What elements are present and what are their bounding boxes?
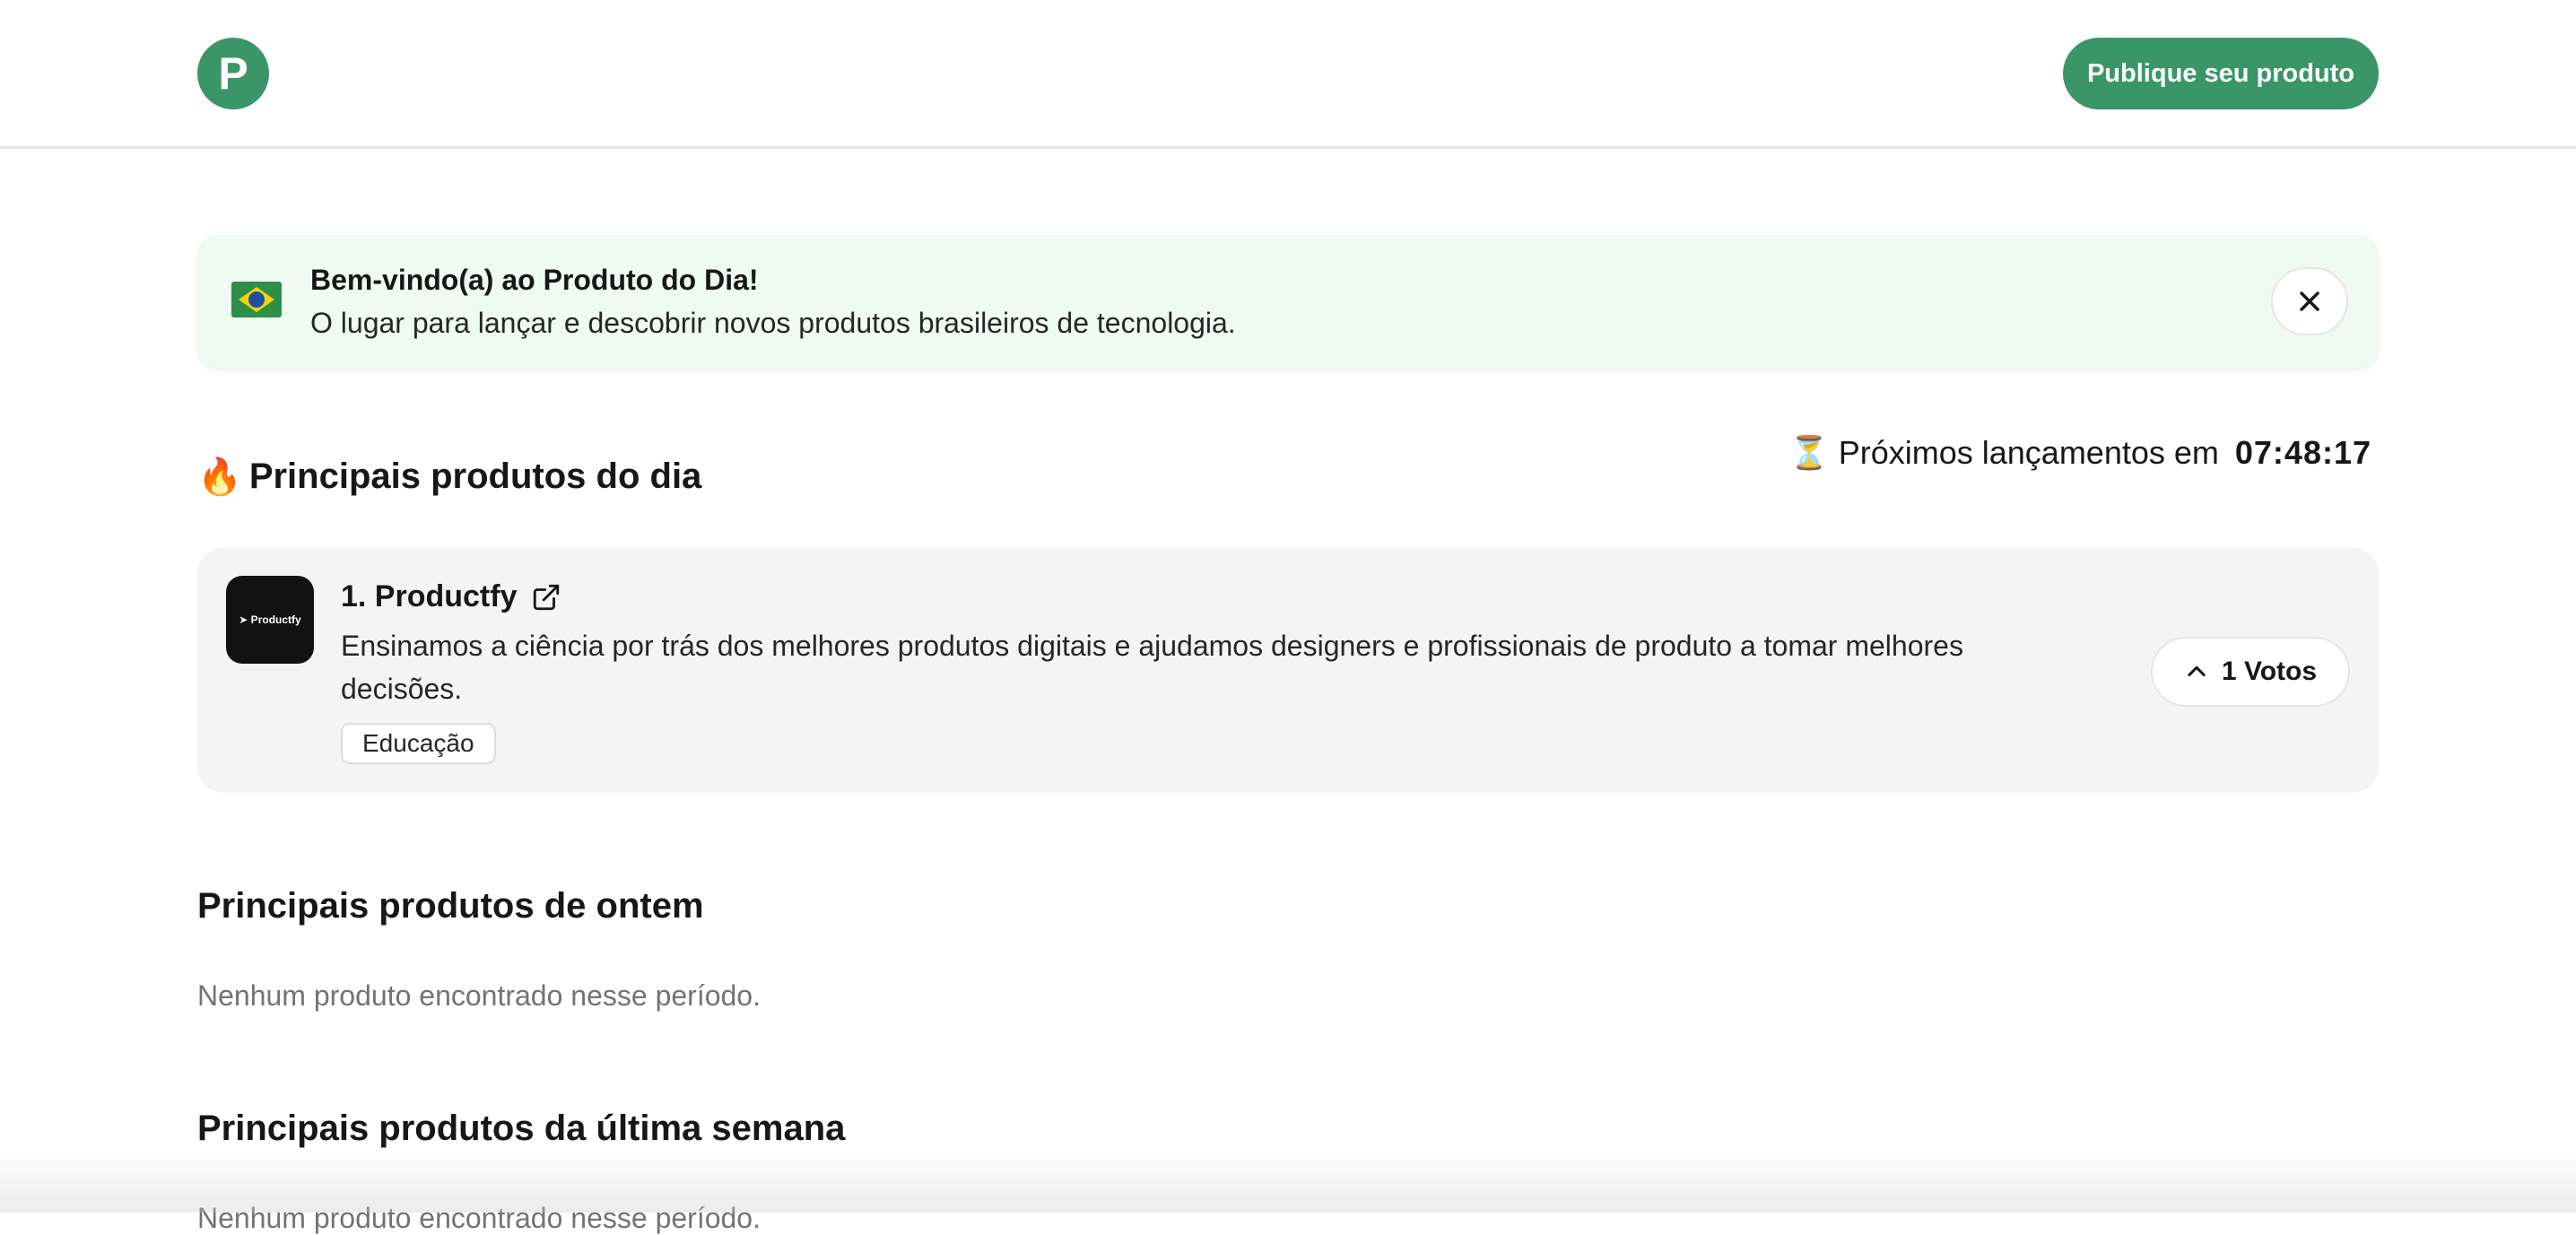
- product-thumbnail[interactable]: ➤ Productfy: [226, 576, 314, 664]
- top-navigation-bar: P Publique seu produto: [0, 0, 2576, 149]
- yesterday-heading: Principais produtos de ontem: [197, 886, 704, 926]
- chevron-up-icon: [2188, 665, 2206, 677]
- close-icon: [2300, 291, 2319, 311]
- logo[interactable]: P: [197, 38, 269, 109]
- publish-product-button[interactable]: Publique seu produto: [2063, 38, 2379, 109]
- product-card[interactable]: ➤ Productfy 1. Productfy Ensinamos a ciê…: [197, 547, 2379, 793]
- upvote-button[interactable]: 1 Votos: [2151, 637, 2350, 707]
- bottom-shadow: [0, 1148, 2576, 1213]
- today-heading-text: Principais produtos do dia: [248, 457, 702, 496]
- countdown-time: 07:48:17: [2234, 434, 2371, 471]
- product-title-text[interactable]: 1. Productfy: [341, 579, 517, 614]
- brazil-flag-icon: [231, 282, 282, 317]
- welcome-text: O lugar para lançar e descobrir novos pr…: [310, 307, 1236, 339]
- welcome-banner: Bem-vindo(a) ao Produto do Dia! O lugar …: [197, 235, 2379, 368]
- last-week-heading: Principais produtos da última semana: [197, 1109, 846, 1148]
- launch-countdown: ⏳ Próximos lançamentos em 07:48:17: [1789, 434, 2371, 472]
- external-link-icon[interactable]: [531, 582, 561, 613]
- product-title[interactable]: 1. Productfy: [341, 579, 561, 614]
- product-description: Ensinamos a ciência por trás dos melhore…: [341, 630, 1963, 705]
- fire-icon: 🔥: [197, 457, 242, 497]
- today-heading: 🔥 Principais produtos do dia: [197, 456, 701, 498]
- hourglass-icon: ⏳: [1788, 434, 1830, 471]
- close-banner-button[interactable]: [2271, 267, 2348, 335]
- welcome-title: Bem-vindo(a) ao Produto do Dia!: [310, 264, 759, 296]
- countdown-label: Próximos lançamentos em: [1838, 434, 2219, 471]
- yesterday-empty-message: Nenhum produto encontrado nesse período.: [197, 979, 761, 1012]
- product-tag[interactable]: Educação: [341, 723, 496, 764]
- vote-count: 1 Votos: [2221, 657, 2318, 686]
